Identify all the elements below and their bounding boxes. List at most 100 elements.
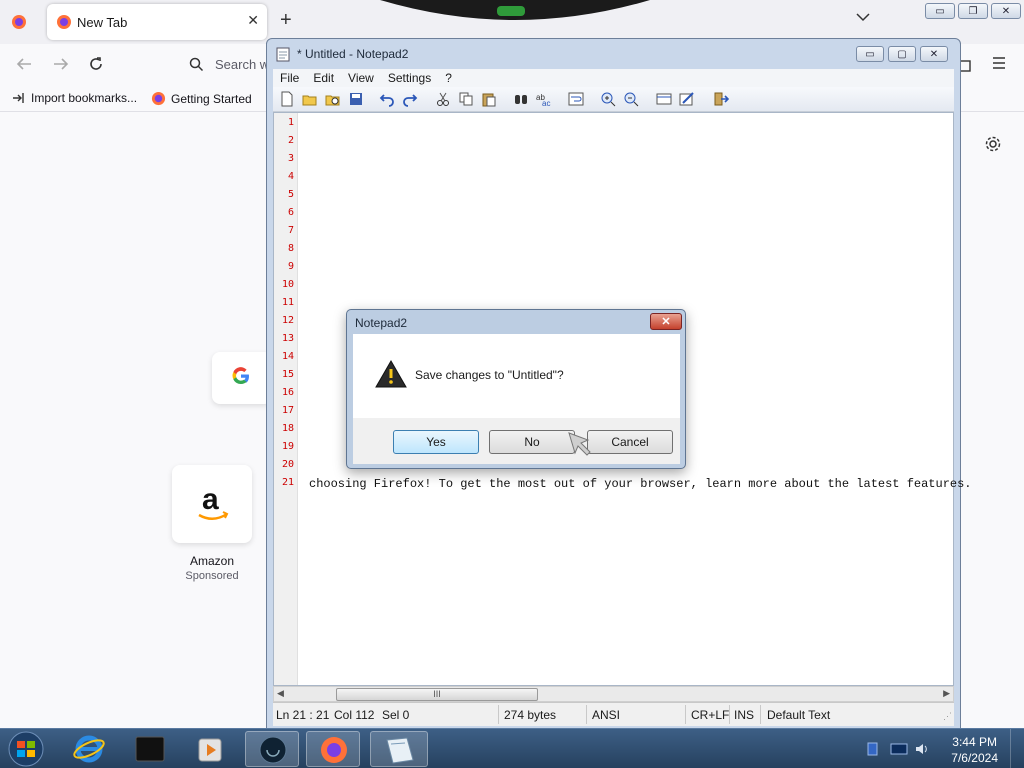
replace-icon[interactable]: ab ac <box>536 91 554 107</box>
menu-settings[interactable]: Settings <box>381 69 438 87</box>
line-number: 9 <box>287 261 294 272</box>
scheme-config-icon[interactable] <box>679 91 697 107</box>
paste-icon[interactable] <box>481 91 499 107</box>
maximize-button[interactable]: ❐ <box>958 3 988 19</box>
scrollbar-thumb[interactable]: III <box>336 688 538 701</box>
show-desktop-button[interactable] <box>1010 729 1024 768</box>
line-number: 16 <box>281 387 294 398</box>
taskbar-firefox-icon[interactable] <box>306 731 360 767</box>
notepad2-titlebar[interactable]: * Untitled - Notepad2 ▭ ▢ ✕ <box>267 39 960 69</box>
zoom-in-icon[interactable] <box>600 91 618 107</box>
dialog-close-button[interactable]: ✕ <box>650 313 682 330</box>
copy-icon[interactable] <box>458 91 476 107</box>
redo-icon[interactable] <box>402 91 420 107</box>
line-number: 3 <box>287 153 294 164</box>
new-tab-button[interactable]: + <box>280 9 292 32</box>
tab-new-tab[interactable]: New Tab ✕ <box>47 4 267 40</box>
line-number: 20 <box>281 459 294 470</box>
bookmark-import[interactable]: Import bookmarks... <box>12 91 137 105</box>
new-file-icon[interactable] <box>279 91 297 107</box>
shortcut-amazon[interactable]: a <box>172 465 252 543</box>
app-menu-icon[interactable] <box>992 57 1006 69</box>
taskbar-terminal-icon[interactable] <box>123 731 177 767</box>
menu-file[interactable]: File <box>273 69 306 87</box>
forward-icon[interactable] <box>52 56 70 72</box>
shortcut-label: Amazon <box>189 554 235 568</box>
start-button-icon[interactable] <box>6 731 46 767</box>
save-icon[interactable] <box>348 91 366 107</box>
taskbar-clock[interactable]: 3:44 PM 7/6/2024 <box>951 734 998 766</box>
windows-taskbar: 3:44 PM 7/6/2024 <box>0 728 1024 768</box>
maximize-button[interactable]: ▢ <box>888 46 916 62</box>
svg-text:ac: ac <box>542 99 550 107</box>
status-selection: Sel 0 <box>382 708 410 722</box>
tab-close-icon[interactable]: ✕ <box>247 12 259 29</box>
line-number: 10 <box>281 279 294 290</box>
firefox-menu-icon[interactable] <box>11 14 27 30</box>
search-placeholder: Search w <box>215 57 270 72</box>
scroll-right-icon[interactable]: ▶ <box>943 688 950 699</box>
close-button[interactable]: ✕ <box>920 46 948 62</box>
taskbar-ie-icon[interactable] <box>62 731 116 767</box>
cancel-button[interactable]: Cancel <box>587 430 673 454</box>
svg-text:a: a <box>202 483 219 516</box>
exit-icon[interactable] <box>713 91 731 107</box>
browse-icon[interactable] <box>325 91 343 107</box>
back-icon[interactable] <box>15 56 33 72</box>
tray-display-icon[interactable] <box>890 741 908 757</box>
shortcut-google[interactable] <box>212 352 272 404</box>
editor-text-line[interactable]: choosing Firefox! To get the most out of… <box>309 477 972 491</box>
menu-view[interactable]: View <box>341 69 381 87</box>
desktop-decoration <box>380 0 650 26</box>
shortcut-sponsored-label: Sponsored <box>185 570 239 582</box>
resize-grip-icon[interactable]: ⋰ <box>943 711 952 722</box>
bookmark-label: Import bookmarks... <box>31 91 138 105</box>
word-wrap-icon[interactable] <box>568 91 586 107</box>
dialog-body: Save changes to "Untitled"? <box>353 334 680 418</box>
horizontal-scrollbar[interactable]: ◀ III ▶ <box>273 686 954 702</box>
window-title: * Untitled - Notepad2 <box>297 47 409 61</box>
no-button[interactable]: No <box>489 430 575 454</box>
taskbar-media-player-icon[interactable] <box>184 731 238 767</box>
close-button[interactable]: ✕ <box>991 3 1021 19</box>
tab-title: New Tab <box>77 15 128 30</box>
menu-edit[interactable]: Edit <box>306 69 341 87</box>
clock-date: 7/6/2024 <box>951 751 998 765</box>
status-eol: CR+LF <box>691 708 730 722</box>
line-number-gutter: 1 2 3 4 5 6 7 8 9 10 11 12 13 14 15 16 17 18 19 20 21 <box>274 113 298 685</box>
taskbar-app-icon[interactable] <box>245 731 299 767</box>
list-all-tabs-icon[interactable] <box>856 12 870 22</box>
yes-button[interactable]: Yes <box>393 430 479 454</box>
taskbar-notepad2-icon[interactable] <box>370 731 428 767</box>
status-encoding: ANSI <box>592 708 621 722</box>
scroll-left-icon[interactable]: ◀ <box>277 688 284 699</box>
line-number: 11 <box>281 297 294 308</box>
menu-help[interactable]: ? <box>438 69 459 87</box>
minimize-button[interactable]: ▭ <box>925 3 955 19</box>
dialog-button-row: Yes No Cancel <box>353 418 680 464</box>
line-number: 8 <box>287 243 294 254</box>
line-number: 19 <box>281 441 294 452</box>
amazon-icon: a <box>196 483 230 523</box>
status-bar: Ln 21 : 21 Col 112 Sel 0 274 bytes ANSI … <box>273 702 954 726</box>
scheme-icon[interactable] <box>656 91 674 107</box>
import-icon <box>12 91 26 105</box>
line-number: 17 <box>281 405 294 416</box>
settings-gear-icon[interactable] <box>984 135 1002 153</box>
find-icon[interactable] <box>513 91 531 107</box>
minimize-button[interactable]: ▭ <box>856 46 884 62</box>
open-file-icon[interactable] <box>302 91 320 107</box>
status-separator <box>760 705 761 724</box>
reload-icon[interactable] <box>88 56 104 72</box>
bookmark-getting-started[interactable]: Getting Started <box>151 91 252 106</box>
line-number: 2 <box>287 135 294 146</box>
status-column: Col 112 <box>334 708 375 722</box>
status-separator <box>729 705 730 724</box>
zoom-out-icon[interactable] <box>623 91 641 107</box>
line-number: 15 <box>281 369 294 380</box>
tray-volume-icon[interactable] <box>914 741 930 757</box>
cut-icon[interactable] <box>435 91 453 107</box>
url-search-input[interactable]: Search w <box>182 50 272 78</box>
undo-icon[interactable] <box>379 91 397 107</box>
tray-network-icon[interactable] <box>866 741 882 757</box>
